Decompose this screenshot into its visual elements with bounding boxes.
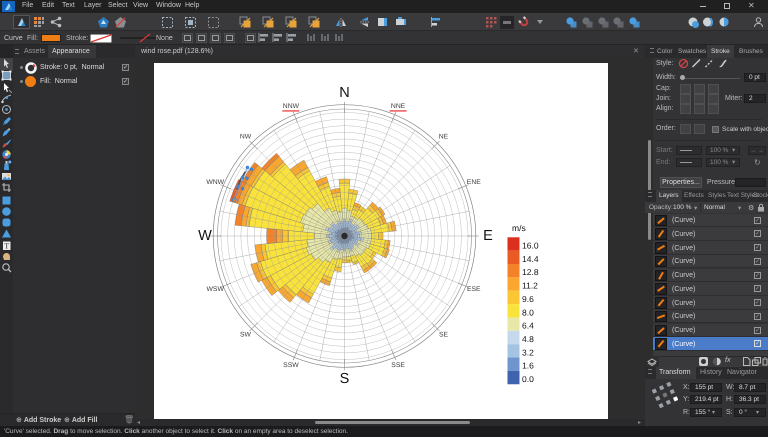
svg-text:SE: SE — [439, 332, 449, 339]
svg-text:W: W — [198, 228, 212, 244]
svg-text:8.0: 8.0 — [522, 307, 534, 317]
svg-text:S: S — [340, 371, 350, 387]
svg-text:ENE: ENE — [467, 179, 481, 186]
svg-text:9.6: 9.6 — [522, 294, 534, 304]
svg-text:NW: NW — [240, 134, 252, 141]
svg-text:6.4: 6.4 — [522, 321, 534, 331]
svg-text:SSE: SSE — [391, 362, 405, 369]
svg-text:N: N — [339, 85, 349, 101]
svg-text:1.6: 1.6 — [522, 361, 534, 371]
svg-text:16.0: 16.0 — [522, 240, 539, 250]
svg-text:ESE: ESE — [467, 286, 481, 293]
svg-text:m/s: m/s — [512, 223, 526, 233]
svg-text:11.2: 11.2 — [522, 281, 538, 291]
svg-text:NNW: NNW — [283, 103, 300, 110]
svg-text:WSW: WSW — [207, 286, 225, 293]
svg-text:NNE: NNE — [391, 103, 406, 110]
svg-text:4.8: 4.8 — [522, 334, 534, 344]
svg-text:WNW: WNW — [206, 179, 224, 186]
svg-text:12.8: 12.8 — [522, 267, 539, 277]
svg-text:E: E — [483, 228, 493, 244]
svg-text:0.0: 0.0 — [522, 374, 534, 384]
svg-text:3.2: 3.2 — [522, 347, 534, 357]
svg-text:SSW: SSW — [283, 362, 299, 369]
svg-text:SW: SW — [240, 332, 252, 339]
svg-text:NE: NE — [439, 134, 449, 141]
svg-text:14.4: 14.4 — [522, 254, 539, 264]
